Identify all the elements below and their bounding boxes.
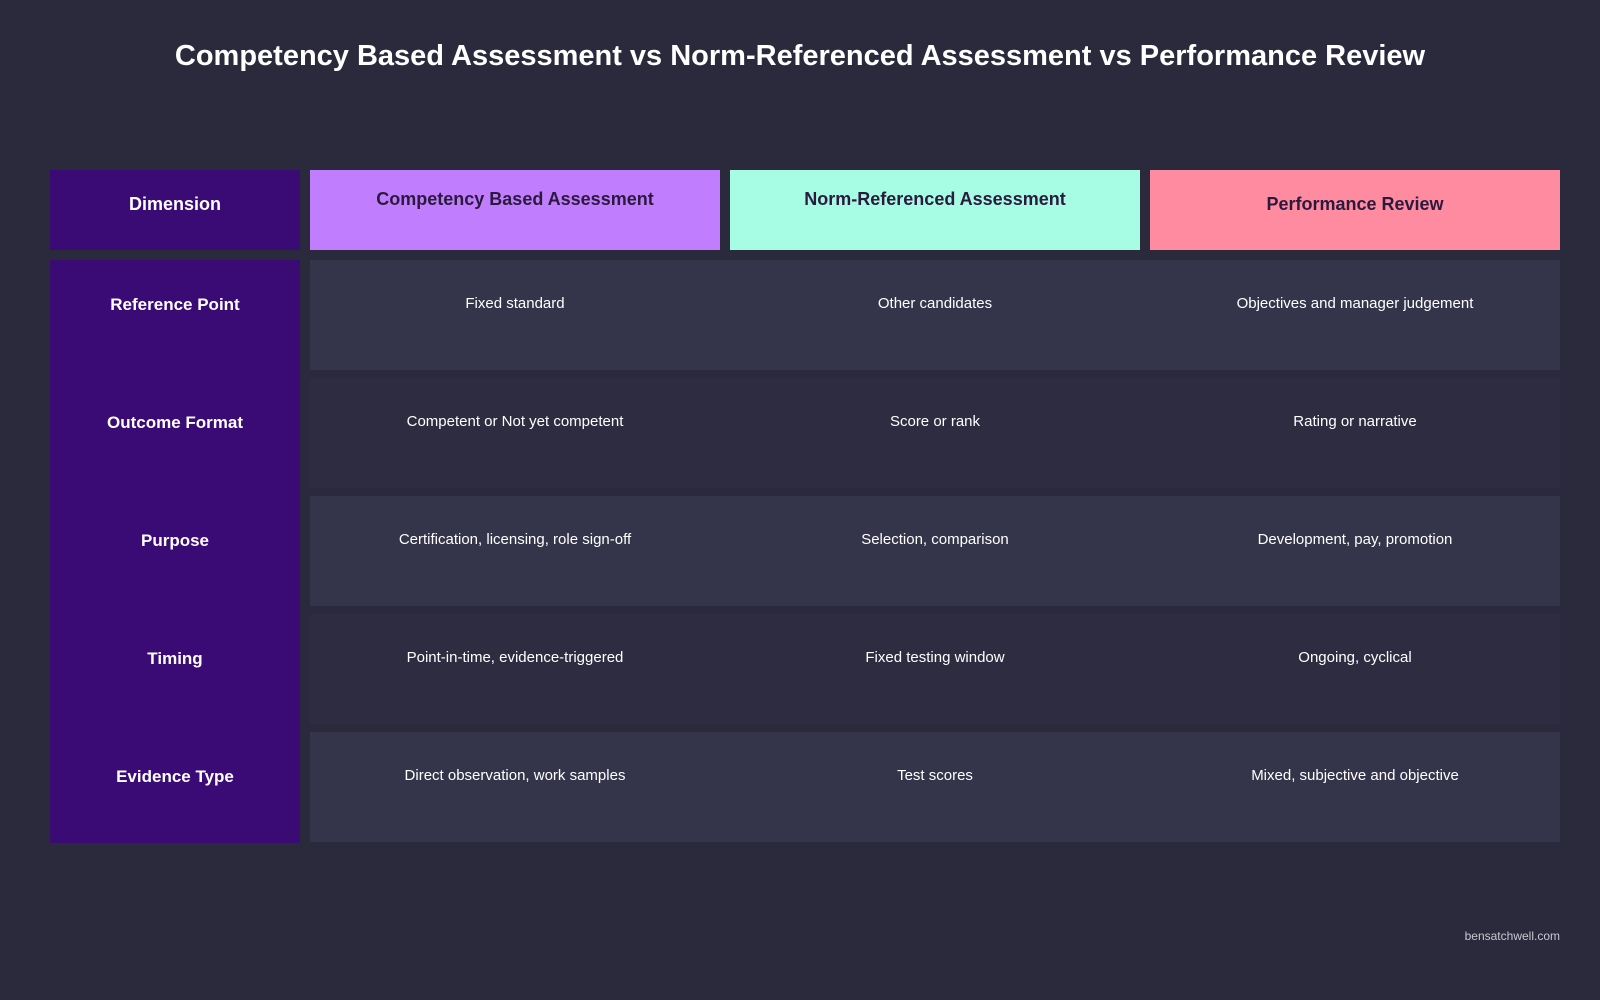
- table-cell: Fixed standard: [465, 295, 565, 312]
- table-row: [310, 732, 1560, 842]
- table-cell: Development, pay, promotion: [1257, 531, 1453, 548]
- table-cell: Certification, licensing, role sign-off: [398, 531, 632, 548]
- table-cell: Test scores: [897, 767, 973, 784]
- row-label-reference-point: Reference Point: [110, 295, 240, 314]
- header-competency-based-assessment: Competency Based Assessment: [310, 170, 720, 250]
- dimension-column-background: [50, 260, 300, 843]
- table-row: [310, 260, 1560, 370]
- footer-credit: bensatchwell.com: [1464, 929, 1560, 943]
- table-cell: Mixed, subjective and objective: [1251, 767, 1459, 784]
- table-cell: Rating or narrative: [1293, 413, 1417, 430]
- row-label-outcome-format: Outcome Format: [106, 413, 244, 432]
- table-cell: Objectives and manager judgement: [1236, 295, 1474, 312]
- page-title: Competency Based Assessment vs Norm-Refe…: [174, 40, 1426, 72]
- header-dimension: Dimension: [50, 170, 300, 250]
- row-label-timing: Timing: [147, 649, 203, 668]
- table-cell: Selection, comparison: [861, 531, 1009, 548]
- table-row: [310, 378, 1560, 488]
- table-cell: Ongoing, cyclical: [1298, 649, 1412, 666]
- table-cell: Competent or Not yet competent: [406, 413, 624, 430]
- table-cell: Score or rank: [889, 413, 981, 430]
- header-norm-referenced-assessment: Norm-Referenced Assessment: [730, 170, 1140, 250]
- table-cell: Point-in-time, evidence-triggered: [406, 649, 624, 666]
- row-label-evidence-type: Evidence Type: [116, 767, 234, 786]
- table-cell: Other candidates: [877, 295, 993, 312]
- header-performance-review: Performance Review: [1150, 170, 1560, 250]
- table-row: [310, 496, 1560, 606]
- table-row: [310, 614, 1560, 724]
- row-label-purpose: Purpose: [140, 531, 210, 550]
- table-cell: Fixed testing window: [865, 649, 1005, 666]
- table-cell: Direct observation, work samples: [404, 767, 626, 784]
